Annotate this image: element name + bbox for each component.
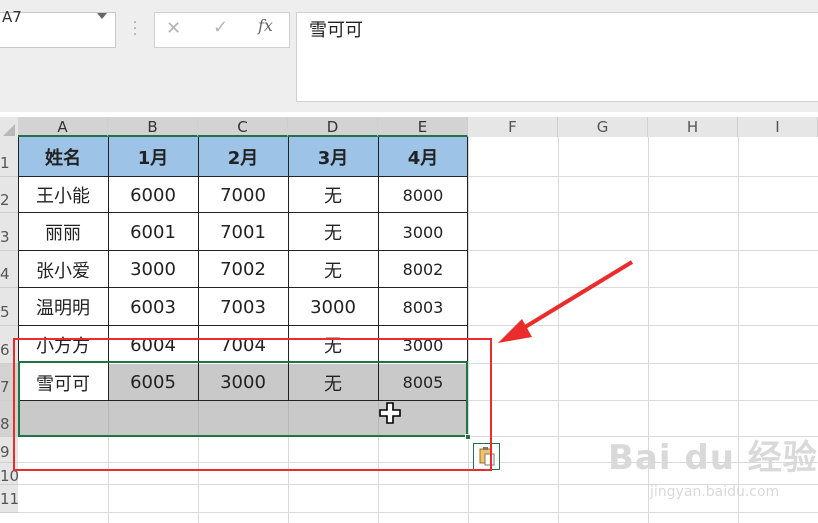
row-header-5[interactable]: 5	[0, 288, 18, 326]
row-header-4[interactable]: 4	[0, 251, 18, 288]
annotation-arrow-icon	[498, 260, 634, 343]
table-cell[interactable]: 3000	[288, 288, 378, 326]
column-header-a[interactable]: A	[18, 117, 108, 137]
annotation-box	[13, 338, 492, 471]
gridline	[468, 250, 818, 251]
table-cell[interactable]: 王小能	[18, 177, 108, 213]
table-cell[interactable]: 无	[288, 177, 378, 213]
table-border	[18, 325, 468, 326]
row-header-1[interactable]: 1	[0, 137, 18, 177]
gridline	[468, 363, 818, 364]
table-header-cell[interactable]: 4月	[378, 137, 468, 177]
table-cell[interactable]: 温明明	[18, 288, 108, 326]
table-cell[interactable]: 6003	[108, 288, 198, 326]
formula-input-value: 雪可可	[309, 20, 363, 41]
table-header-cell[interactable]: 3月	[288, 137, 378, 177]
column-header-c[interactable]: C	[198, 117, 288, 137]
table-cell[interactable]: 7001	[198, 213, 288, 251]
table-cell[interactable]: 3000	[378, 213, 468, 251]
table-header-cell[interactable]: 1月	[108, 137, 198, 177]
resize-handle-icon[interactable]: · · ·	[132, 16, 138, 42]
table-header-cell[interactable]: 姓名	[18, 137, 108, 177]
table-cell[interactable]: 无	[288, 251, 378, 288]
gridline	[468, 212, 818, 213]
select-all-icon	[3, 124, 15, 136]
cancel-icon[interactable]: ✕	[166, 18, 181, 39]
column-header-g[interactable]: G	[558, 117, 648, 137]
watermark-url: jingyan.baidu.com	[650, 484, 780, 500]
table-border	[18, 212, 468, 213]
table-cell[interactable]: 6001	[108, 213, 198, 251]
table-cell[interactable]: 张小爱	[18, 251, 108, 288]
gridline	[468, 400, 818, 401]
row-header-11[interactable]: 11	[0, 485, 18, 513]
table-cell[interactable]: 无	[288, 213, 378, 251]
table-border	[18, 176, 468, 177]
name-box-value: A7	[2, 8, 22, 26]
watermark-logo: Bai du 经验	[608, 438, 818, 478]
column-header-h[interactable]: H	[648, 117, 738, 137]
gridline	[18, 512, 818, 513]
insert-function-icon[interactable]: fx	[258, 16, 273, 35]
table-cell[interactable]: 7002	[198, 251, 288, 288]
table-header-cell[interactable]: 2月	[198, 137, 288, 177]
table-cell[interactable]: 8000	[378, 177, 468, 213]
column-header-e[interactable]: E	[378, 117, 468, 137]
table-cell[interactable]: 7000	[198, 177, 288, 213]
table-border	[18, 287, 468, 288]
column-header-f[interactable]: F	[468, 117, 558, 137]
table-cell[interactable]: 7003	[198, 288, 288, 326]
row-header-3[interactable]: 3	[0, 213, 18, 251]
table-cell[interactable]: 8003	[378, 288, 468, 326]
table-border	[18, 250, 468, 251]
name-box-dropdown-icon[interactable]	[97, 13, 107, 19]
formula-input[interactable]	[296, 12, 818, 102]
table-cell[interactable]: 丽丽	[18, 213, 108, 251]
table-cell[interactable]: 8002	[378, 251, 468, 288]
gridline	[468, 176, 818, 177]
column-header-i[interactable]: I	[738, 117, 818, 137]
table-cell[interactable]: 3000	[108, 251, 198, 288]
row-header-2[interactable]: 2	[0, 177, 18, 213]
column-header-b[interactable]: B	[108, 117, 198, 137]
column-header-d[interactable]: D	[288, 117, 378, 137]
enter-icon[interactable]: ✓	[213, 17, 228, 38]
table-cell[interactable]: 6000	[108, 177, 198, 213]
